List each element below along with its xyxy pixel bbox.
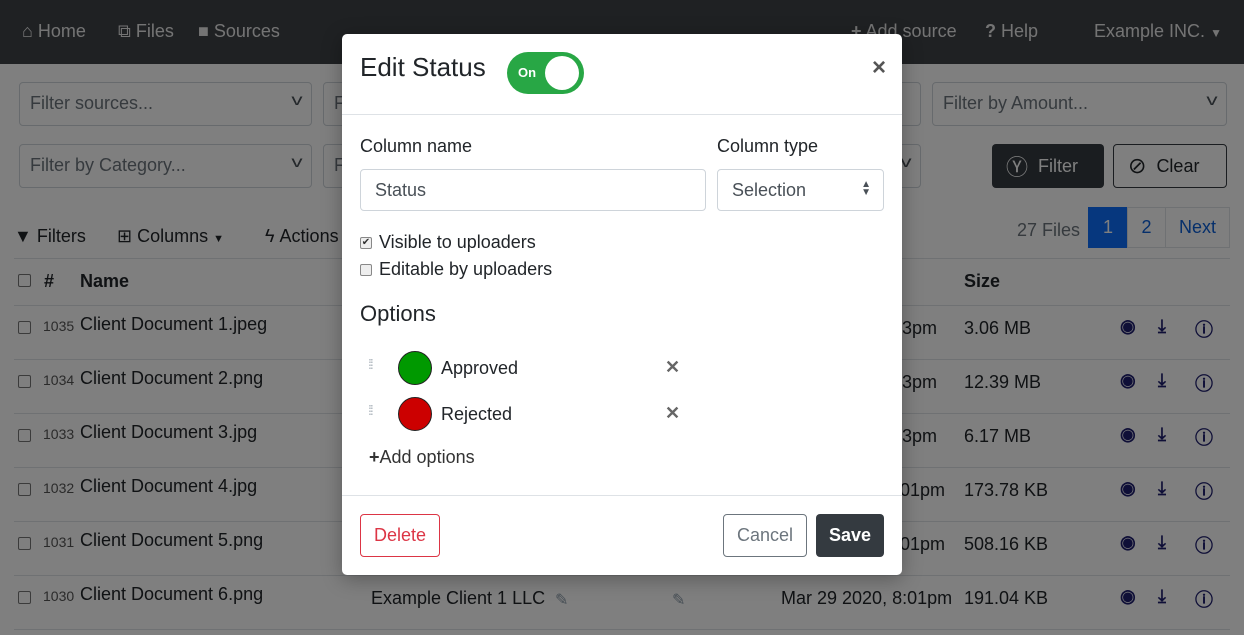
plus-icon: + <box>369 447 380 467</box>
remove-option-icon[interactable]: ✕ <box>665 403 680 424</box>
cancel-button[interactable]: Cancel <box>723 514 807 557</box>
options-heading: Options <box>360 301 436 326</box>
option-color-swatch[interactable] <box>398 351 432 385</box>
save-button[interactable]: Save <box>816 514 884 557</box>
drag-handle-icon[interactable]: ⁞⁞ <box>368 403 374 417</box>
close-icon[interactable]: × <box>872 54 886 82</box>
checkbox-unchecked[interactable] <box>360 263 372 276</box>
option-item: ⁞⁞ Rejected ✕ <box>360 397 680 433</box>
column-type-label: Column type <box>717 136 819 156</box>
option-color-swatch[interactable] <box>398 397 432 431</box>
modal-footer-divider <box>342 495 902 496</box>
column-name-input[interactable]: Status <box>360 169 706 211</box>
option-label[interactable]: Rejected <box>441 404 512 425</box>
drag-handle-icon[interactable]: ⁞⁞ <box>368 357 374 371</box>
option-item: ⁞⁞ Approved ✕ <box>360 351 680 387</box>
sort-arrows-icon: ▲ ▼ <box>861 179 871 198</box>
edit-status-modal: Edit Status On × Column name Status Colu… <box>342 34 902 575</box>
checkbox-checked[interactable]: ✔ <box>360 236 372 249</box>
visible-to-uploaders-checkbox[interactable]: ✔ Visible to uploaders <box>360 232 536 253</box>
status-toggle[interactable]: On <box>507 52 584 94</box>
column-type-select[interactable]: Selection ▲ ▼ <box>717 169 884 211</box>
modal-title: Edit Status <box>360 52 486 82</box>
remove-option-icon[interactable]: ✕ <box>665 357 680 378</box>
editable-by-uploaders-checkbox[interactable]: Editable by uploaders <box>360 259 552 280</box>
column-name-label: Column name <box>360 136 473 156</box>
option-label[interactable]: Approved <box>441 358 518 379</box>
add-options-button[interactable]: +Add options <box>369 447 475 468</box>
delete-button[interactable]: Delete <box>360 514 440 557</box>
